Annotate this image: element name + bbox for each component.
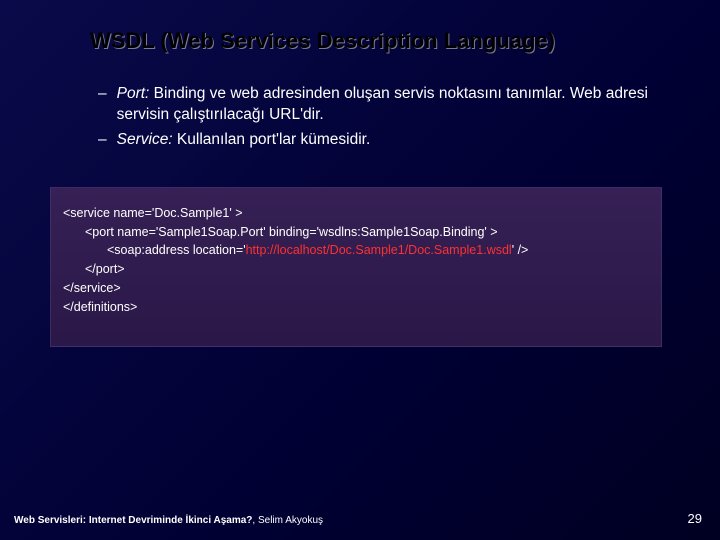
bullet-term: Port: (117, 85, 150, 102)
footer: Web Servisleri: Internet Devriminde İkin… (14, 515, 323, 526)
bullet-item: – Port: Binding ve web adresinden oluşan… (98, 84, 662, 126)
code-url: http://localhost/Doc.Sample1/Doc.Sample1… (246, 243, 512, 257)
bullet-body: Binding ve web adresinden oluşan servis … (117, 85, 648, 123)
footer-title: Web Servisleri: Internet Devriminde İkin… (14, 515, 252, 526)
page-number: 29 (688, 511, 702, 526)
footer-author: , Selim Akyokuş (252, 515, 323, 526)
slide: WSDL (Web Services Description Language)… (0, 0, 720, 540)
bullet-item: – Service: Kullanılan port'lar kümesidir… (98, 130, 662, 151)
bullet-text: Service: Kullanılan port'lar kümesidir. (117, 130, 662, 151)
code-line: </service> (63, 279, 649, 298)
code-line: <port name='Sample1Soap.Port' binding='w… (63, 223, 649, 242)
code-line: <service name='Doc.Sample1' > (63, 204, 649, 223)
bullet-body: Kullanılan port'lar kümesidir. (173, 131, 371, 148)
code-token: ' /> (512, 243, 529, 257)
code-line: </port> (63, 260, 649, 279)
slide-title: WSDL (Web Services Description Language) (90, 28, 672, 54)
dash-icon: – (98, 84, 107, 126)
code-line: </definitions> (63, 298, 649, 317)
bullet-text: Port: Binding ve web adresinden oluşan s… (117, 84, 662, 126)
code-line: <soap:address location='http://localhost… (63, 241, 649, 260)
dash-icon: – (98, 130, 107, 151)
code-token: <soap:address location=' (107, 243, 246, 257)
code-block: <service name='Doc.Sample1' > <port name… (50, 187, 662, 348)
bullet-term: Service: (117, 131, 173, 148)
bullet-list: – Port: Binding ve web adresinden oluşan… (98, 84, 662, 151)
